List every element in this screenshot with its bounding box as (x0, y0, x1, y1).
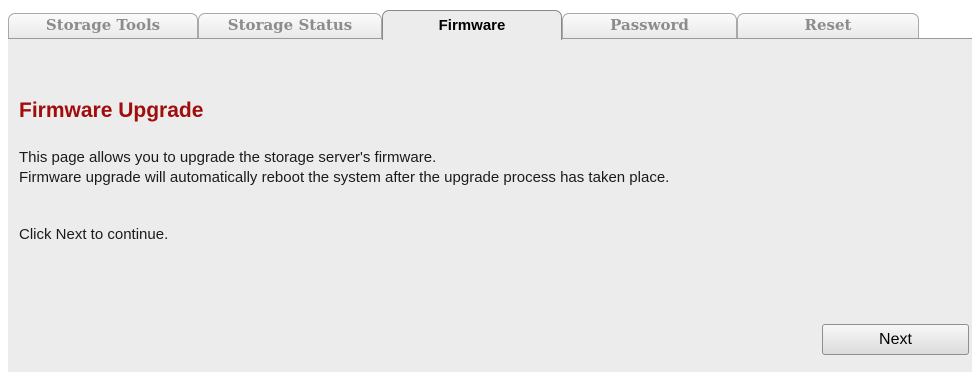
tab-reset[interactable]: Reset (737, 13, 919, 38)
tab-storage-status[interactable]: Storage Status (198, 13, 382, 38)
tab-storage-tools[interactable]: Storage Tools (8, 13, 198, 38)
page: Storage Tools Storage Status Password Re… (0, 0, 972, 372)
description-line-2: Firmware upgrade will automatically rebo… (19, 169, 670, 186)
next-button[interactable]: Next (822, 324, 969, 355)
content-panel: Firmware Upgrade This page allows you to… (8, 39, 972, 372)
description-line-1: This page allows you to upgrade the stor… (19, 149, 437, 166)
page-title: Firmware Upgrade (19, 99, 204, 122)
tab-bar: Storage Tools Storage Status Password Re… (0, 0, 972, 40)
tab-firmware[interactable]: Firmware (382, 10, 562, 40)
tab-password[interactable]: Password (562, 13, 737, 38)
instruction-text: Click Next to continue. (19, 226, 169, 243)
